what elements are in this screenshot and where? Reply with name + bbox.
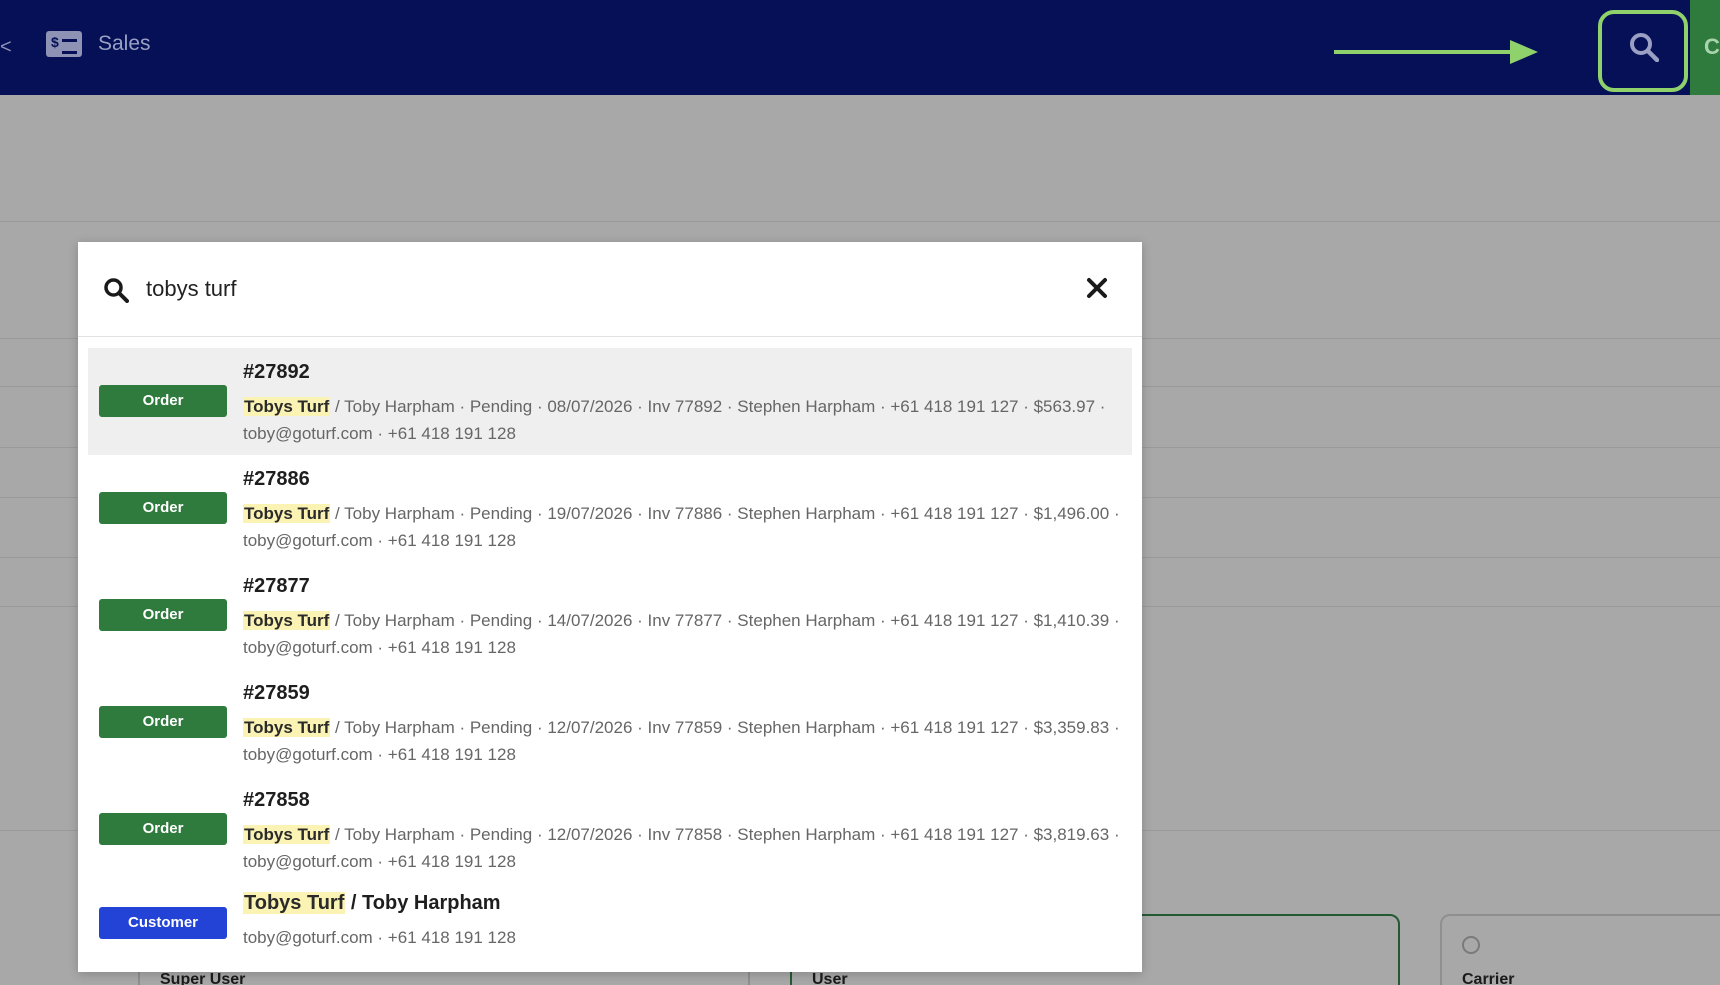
result-details: / Toby Harpham · Pending · 14/07/2026 · … [243, 611, 1120, 657]
result-type-badge: Order [99, 385, 227, 417]
search-result-order[interactable]: Order #27877 Tobys Turf / Toby Harpham ·… [88, 562, 1132, 669]
role-radio[interactable] [1462, 936, 1480, 954]
result-description: Tobys Turf / Toby Harpham · Pending · 12… [243, 821, 1123, 875]
role-card-carrier[interactable]: Carrier [1440, 914, 1720, 985]
result-details: / Toby Harpham · Pending · 19/07/2026 · … [243, 504, 1120, 550]
background-divider [0, 221, 1720, 222]
role-card-label: Carrier [1462, 971, 1515, 985]
result-match-highlight: Tobys Turf [243, 504, 331, 523]
result-type-badge: Customer [99, 907, 227, 939]
search-icon [104, 278, 129, 303]
search-modal: Order #27892 Tobys Turf / Toby Harpham ·… [78, 242, 1142, 972]
result-title-rest: / Toby Harpham [345, 892, 501, 914]
nav-edge-chevron[interactable]: < [0, 36, 12, 59]
result-match-highlight: Tobys Turf [243, 397, 331, 416]
result-title: #27877 [243, 575, 310, 597]
search-input[interactable] [146, 268, 1026, 310]
global-search-button[interactable] [1598, 10, 1688, 92]
result-details: / Toby Harpham · Pending · 12/07/2026 · … [243, 718, 1120, 764]
close-icon[interactable] [1085, 276, 1111, 302]
search-results-list: Order #27892 Tobys Turf / Toby Harpham ·… [88, 348, 1132, 973]
result-match-highlight: Tobys Turf [243, 718, 331, 737]
result-title: #27859 [243, 682, 310, 704]
search-result-customer[interactable]: Customer Tobys Turf / Toby Harpham toby@… [88, 883, 1132, 973]
result-description: toby@goturf.com · +61 418 191 128 [243, 928, 516, 947]
result-title: #27886 [243, 468, 310, 490]
search-result-order[interactable]: Order #27858 Tobys Turf / Toby Harpham ·… [88, 776, 1132, 883]
search-icon [1630, 33, 1659, 62]
search-result-order[interactable]: Order #27886 Tobys Turf / Toby Harpham ·… [88, 455, 1132, 562]
search-header [78, 242, 1142, 337]
search-result-order[interactable]: Order #27892 Tobys Turf / Toby Harpham ·… [88, 348, 1132, 455]
result-title: #27858 [243, 789, 310, 811]
result-description: Tobys Turf / Toby Harpham · Pending · 08… [243, 393, 1123, 447]
result-match-highlight: Tobys Turf [243, 611, 331, 630]
result-match-highlight: Tobys Turf [243, 825, 331, 844]
sales-invoice-icon [46, 31, 82, 57]
result-title: #27892 [243, 361, 310, 383]
search-result-order[interactable]: Order #27859 Tobys Turf / Toby Harpham ·… [88, 669, 1132, 776]
top-nav-bar: < Sales C [0, 0, 1720, 95]
result-description: Tobys Turf / Toby Harpham · Pending · 19… [243, 500, 1123, 554]
result-description: Tobys Turf / Toby Harpham · Pending · 14… [243, 607, 1123, 661]
annotation-arrow-icon [1334, 40, 1538, 64]
role-card-label: User [812, 971, 848, 985]
create-button[interactable]: C [1690, 0, 1720, 95]
result-match-highlight: Tobys Turf [243, 892, 346, 914]
result-details: / Toby Harpham · Pending · 12/07/2026 · … [243, 825, 1120, 871]
role-card-label: Super User [160, 971, 246, 985]
result-title: Tobys Turf / Toby Harpham [243, 892, 501, 915]
result-description: Tobys Turf / Toby Harpham · Pending · 12… [243, 714, 1123, 768]
result-type-badge: Order [99, 599, 227, 631]
nav-item-sales-label: Sales [98, 32, 151, 55]
result-type-badge: Order [99, 706, 227, 738]
result-type-badge: Order [99, 813, 227, 845]
result-type-badge: Order [99, 492, 227, 524]
nav-item-sales[interactable]: Sales [46, 31, 151, 57]
result-details: / Toby Harpham · Pending · 08/07/2026 · … [243, 397, 1106, 443]
